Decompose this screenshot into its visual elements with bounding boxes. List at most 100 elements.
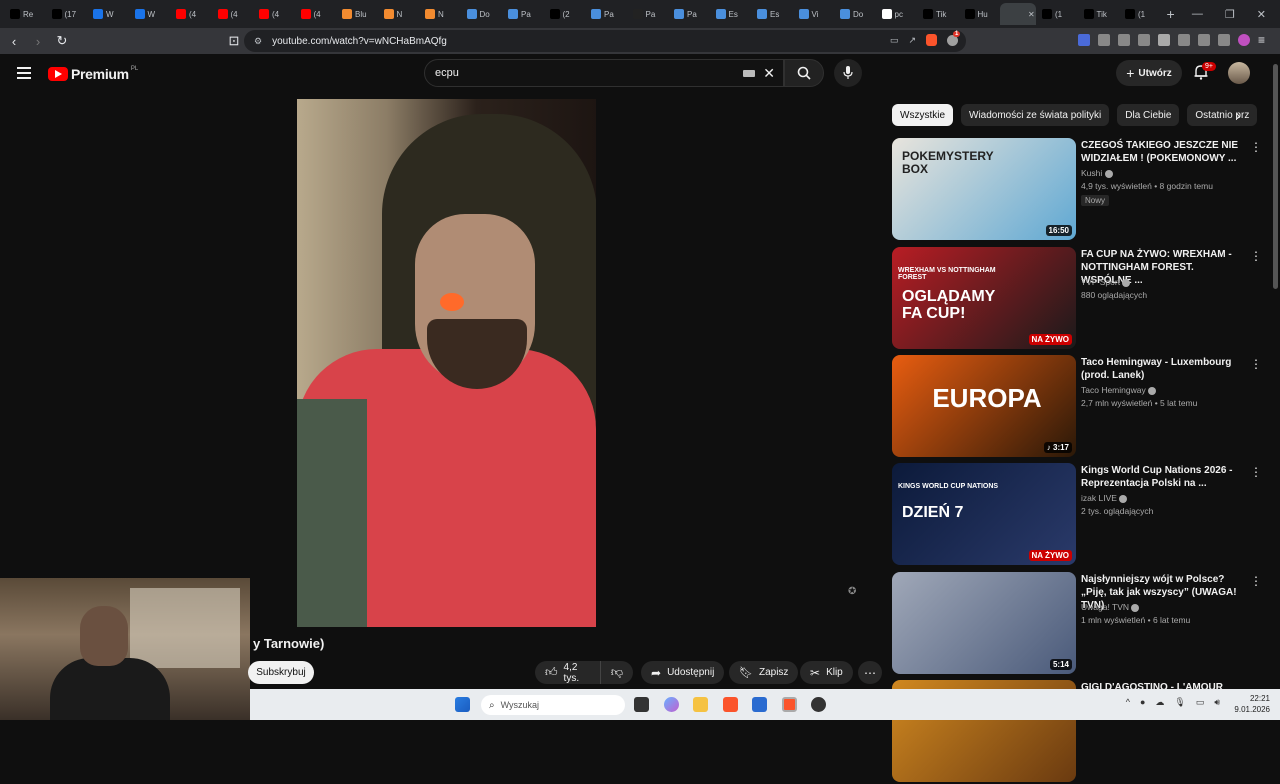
kebab-menu-icon[interactable]: ⋮ xyxy=(1250,140,1262,154)
kebab-menu-icon[interactable]: ⋮ xyxy=(1250,465,1262,479)
brave-active-icon[interactable] xyxy=(782,697,797,712)
copilot-icon[interactable] xyxy=(664,697,679,712)
browser-tab[interactable]: Hu xyxy=(959,3,1001,25)
brave-shield-icon[interactable] xyxy=(926,34,937,46)
bookmark-icon[interactable]: ⊡ xyxy=(224,33,244,49)
share-page-icon[interactable]: ↗ xyxy=(908,35,916,46)
cast-icon[interactable]: ▭ xyxy=(890,35,899,46)
browser-tab[interactable]: Pa xyxy=(585,3,627,25)
browser-tab[interactable]: (1 xyxy=(1119,3,1161,25)
search-button[interactable] xyxy=(784,59,824,87)
menu-icon[interactable]: ≡ xyxy=(1258,34,1270,46)
browser-tab[interactable]: pc xyxy=(876,3,918,25)
profile-icon[interactable] xyxy=(1238,34,1250,46)
recommendation-item[interactable]: POKEMYSTERY BOX 16:50 CZEGOŚ TAKIEGO JESZC… xyxy=(892,138,1262,242)
guide-menu-icon[interactable] xyxy=(17,67,31,79)
recommendation-title[interactable]: Kings World Cup Nations 2026 - Reprezent… xyxy=(1081,464,1241,490)
windows-start-icon[interactable] xyxy=(455,697,470,712)
store-icon[interactable] xyxy=(752,697,767,712)
microphone-tray-icon[interactable]: 🎙︎ xyxy=(1174,697,1185,708)
channel-name[interactable]: izak LIVE xyxy=(1081,493,1128,503)
site-info-icon[interactable]: ⚙ xyxy=(254,36,262,47)
kebab-menu-icon[interactable]: ⋮ xyxy=(1250,357,1262,371)
channel-name[interactable]: Taco Hemingway xyxy=(1081,385,1157,395)
browser-tab[interactable]: Vi xyxy=(793,3,835,25)
voice-search-button[interactable] xyxy=(834,59,862,87)
channel-name[interactable]: TVP Sport xyxy=(1081,277,1131,287)
video-player[interactable] xyxy=(297,99,596,627)
browser-tab[interactable]: (4 xyxy=(212,3,254,25)
extension-icon[interactable] xyxy=(1078,34,1090,46)
minimize-icon[interactable]: — xyxy=(1192,8,1203,20)
youtube-logo[interactable]: Premium PL xyxy=(48,66,138,82)
chevron-up-icon[interactable]: ^ xyxy=(1126,697,1130,708)
url-field[interactable]: ⚙ youtube.com/watch?v=wNCHaBmAQfg ▭ ↗ 1 xyxy=(244,30,966,52)
chevron-right-icon[interactable]: › xyxy=(1236,108,1240,123)
app-icon[interactable] xyxy=(811,697,826,712)
browser-tab[interactable]: Re xyxy=(4,3,46,25)
video-thumbnail[interactable]: WREXHAM VS NOTTINGHAM FOREST OGLĄDAMY FA … xyxy=(892,247,1076,349)
more-actions-button[interactable]: ⋯ xyxy=(858,661,882,684)
subscribe-button[interactable]: Subskrybuj xyxy=(248,661,314,684)
chip[interactable]: Wiadomości ze świata polityki xyxy=(961,104,1110,126)
recommendation-title[interactable]: CZEGOŚ TAKIEGO JESZCZE NIE WIDZIAŁEM ! (… xyxy=(1081,139,1241,165)
puzzle-icon[interactable] xyxy=(1098,34,1110,46)
file-explorer-icon[interactable] xyxy=(693,697,708,712)
recommendation-item[interactable]: KINGS WORLD CUP NATIONS DZIEŃ 7 NA ŻYWO Kin… xyxy=(892,463,1262,567)
kebab-menu-icon[interactable]: ⋮ xyxy=(1250,249,1262,263)
dislike-button[interactable]: 👎︎ xyxy=(601,661,633,684)
share-button[interactable]: ➦ Udostępnij xyxy=(641,661,725,684)
network-icon[interactable]: ▭ xyxy=(1196,697,1205,708)
create-button[interactable]: + Utwórz xyxy=(1116,60,1182,86)
clear-search-icon[interactable]: ✕ xyxy=(763,65,775,82)
brave-rewards-icon[interactable]: 1 xyxy=(947,30,961,46)
browser-tab[interactable]: N xyxy=(419,3,461,25)
browser-tab[interactable]: (4 xyxy=(253,3,295,25)
browser-tab[interactable]: Pa xyxy=(502,3,544,25)
browser-tab[interactable]: Pa xyxy=(668,3,710,25)
close-window-icon[interactable]: ✕ xyxy=(1257,8,1266,21)
music-icon[interactable] xyxy=(1138,34,1150,46)
browser-tab[interactable]: Do xyxy=(461,3,503,25)
chip[interactable]: Ostatnio prz xyxy=(1187,104,1258,126)
screenshot-icon[interactable] xyxy=(1118,34,1130,46)
vpn-icon[interactable] xyxy=(1218,34,1230,46)
channel-name[interactable]: Uwaga! TVN xyxy=(1081,602,1140,612)
browser-tab[interactable]: Blu xyxy=(336,3,378,25)
browser-tab[interactable]: (4 xyxy=(170,3,212,25)
browser-tab[interactable]: Tik xyxy=(1078,3,1120,25)
cloud-icon[interactable]: ☁ xyxy=(1155,697,1164,708)
browser-tab[interactable]: (17 xyxy=(46,3,88,25)
browser-tab[interactable]: Es xyxy=(751,3,793,25)
app-tray-icon[interactable]: ● xyxy=(1140,697,1145,708)
browser-tab[interactable]: (1 xyxy=(1036,3,1078,25)
taskbar-search[interactable]: ⌕ Wyszukaj xyxy=(481,695,625,715)
kebab-menu-icon[interactable]: ⋮ xyxy=(1250,574,1262,588)
chip[interactable]: Dla Ciebie xyxy=(1117,104,1180,126)
clip-button[interactable]: ✂ Klip xyxy=(800,661,853,684)
browser-tab[interactable]: Do xyxy=(834,3,876,25)
chip[interactable]: Wszystkie xyxy=(892,104,953,126)
browser-tab[interactable]: N xyxy=(378,3,420,25)
recommendation-item[interactable]: EUROPA ♪ 3:17 Taco Hemingway - Luxembourg … xyxy=(892,355,1262,459)
browser-tab[interactable]: ✕ xyxy=(1000,3,1036,25)
leo-icon[interactable] xyxy=(1198,34,1210,46)
browser-tab[interactable]: Tik xyxy=(917,3,959,25)
maximize-icon[interactable]: ❐ xyxy=(1225,8,1235,21)
save-button[interactable]: 🔖︎ Zapisz xyxy=(729,661,799,684)
video-thumbnail[interactable]: KINGS WORLD CUP NATIONS DZIEŃ 7 NA ŻYWO xyxy=(892,463,1076,565)
keyboard-icon[interactable] xyxy=(743,70,755,77)
browser-tab[interactable]: W xyxy=(129,3,171,25)
video-thumbnail[interactable]: POKEMYSTERY BOX 16:50 xyxy=(892,138,1076,240)
recommendation-title[interactable]: Taco Hemingway - Luxembourg (prod. Lanek… xyxy=(1081,356,1241,382)
video-thumbnail[interactable]: 5:14 xyxy=(892,572,1076,674)
system-clock[interactable]: 22:21 9.01.2026 xyxy=(1234,693,1270,715)
browser-tab[interactable]: Es xyxy=(710,3,752,25)
search-input[interactable]: ecpu ✕ xyxy=(424,59,784,87)
browser-tab[interactable]: W xyxy=(87,3,129,25)
close-tab-icon[interactable]: ✕ xyxy=(1028,10,1035,19)
brave-browser-icon[interactable] xyxy=(723,697,738,712)
reload-icon[interactable]: ↻ xyxy=(52,33,72,49)
browser-tab[interactable]: (2 xyxy=(544,3,586,25)
video-thumbnail[interactable]: EUROPA ♪ 3:17 xyxy=(892,355,1076,457)
